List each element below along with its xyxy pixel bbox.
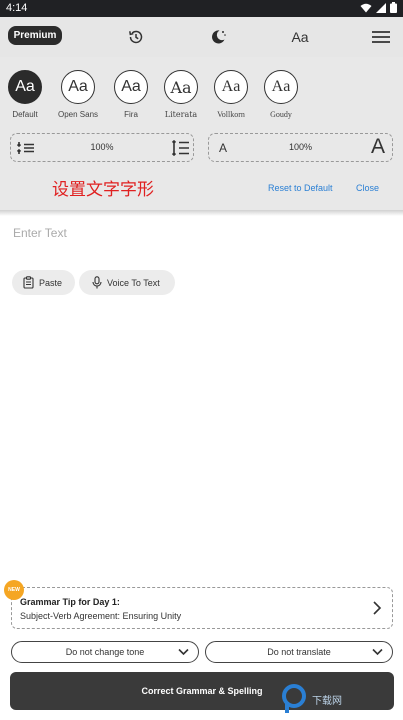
voice-label: Voice To Text: [107, 277, 160, 288]
text-size-control: A 100% A: [208, 133, 393, 162]
font-label: Goudy: [270, 110, 292, 119]
font-option-open-sans[interactable]: Aa Open Sans: [54, 70, 102, 119]
font-option-fira[interactable]: Aa Fira: [107, 70, 155, 119]
font-settings-button[interactable]: Aa: [288, 25, 312, 49]
font-sample: Aa: [264, 70, 298, 104]
font-label: Default: [12, 110, 38, 119]
line-spacing-value: 100%: [90, 142, 114, 152]
font-label: Literata: [164, 110, 198, 119]
font-settings-panel: Aa Default Aa Open Sans Aa Fira Aa Liter…: [0, 57, 403, 210]
font-sample: Aa: [8, 70, 42, 104]
wifi-icon: [360, 3, 372, 12]
paste-label: Paste: [39, 277, 63, 288]
font-label: Open Sans: [57, 110, 99, 119]
font-option-literata[interactable]: Aa Literata: [157, 70, 205, 119]
status-time: 4:14: [6, 2, 28, 14]
watermark: 下载网: [280, 683, 400, 715]
font-option-goudy[interactable]: Aa Goudy: [257, 70, 305, 119]
font-sample: Aa: [61, 70, 95, 104]
translate-select-value: Do not translate: [267, 647, 331, 657]
paste-button[interactable]: Paste: [12, 270, 75, 295]
font-option-vollkorn[interactable]: Aa Vollkorn: [207, 70, 255, 119]
history-icon[interactable]: [124, 25, 148, 49]
tip-body: Subject-Verb Agreement: Ensuring Unity: [20, 611, 182, 621]
text-size-value: 100%: [288, 142, 313, 152]
grammar-tip-card[interactable]: Grammar Tip for Day 1: Subject-Verb Agre…: [11, 587, 393, 629]
watermark-text: 下载网: [312, 695, 342, 707]
menu-icon[interactable]: [369, 25, 393, 49]
translate-select[interactable]: Do not translate: [205, 641, 393, 663]
clipboard-icon: [23, 276, 34, 289]
font-sample: Aa: [164, 70, 198, 104]
reset-to-default-link[interactable]: Reset to Default: [268, 183, 333, 193]
signal-icon: [376, 2, 386, 13]
tone-select[interactable]: Do not change tone: [11, 641, 199, 663]
tip-title: Grammar Tip for Day 1:: [20, 597, 120, 607]
voice-to-text-button[interactable]: Voice To Text: [79, 270, 175, 295]
panel-divider: [0, 210, 403, 216]
microphone-icon: [92, 276, 102, 289]
chevron-down-icon: [178, 648, 189, 656]
new-badge: NEW: [4, 580, 24, 600]
line-spacing-increase-icon[interactable]: [170, 140, 190, 156]
chevron-down-icon: [372, 648, 383, 656]
watermark-logo-icon: [282, 684, 306, 713]
chevron-right-icon: [373, 601, 382, 615]
text-input[interactable]: Enter Text: [13, 226, 67, 240]
status-icons: [360, 2, 397, 13]
tone-select-value: Do not change tone: [65, 647, 145, 657]
font-sample: Aa: [114, 70, 148, 104]
close-link[interactable]: Close: [356, 183, 379, 193]
premium-button[interactable]: Premium: [8, 26, 62, 45]
font-label: Fira: [124, 110, 138, 119]
battery-icon: [390, 2, 397, 13]
status-bar: 4:14: [0, 0, 403, 17]
font-label: Vollkorn: [217, 110, 245, 119]
line-spacing-control: 100%: [10, 133, 194, 162]
top-toolbar: Premium Aa: [0, 17, 403, 57]
panel-caption: 设置文字字形: [52, 180, 154, 199]
text-size-increase-button[interactable]: A: [371, 135, 385, 159]
dark-mode-icon[interactable]: [206, 25, 230, 49]
font-sample: Aa: [214, 70, 248, 104]
font-option-default[interactable]: Aa Default: [1, 70, 49, 119]
